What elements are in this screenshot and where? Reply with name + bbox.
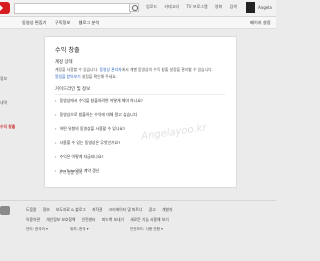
faq-item[interactable]: › 수익은 어떻게 지급되나요? <box>55 154 103 160</box>
footer: 도움말 정보 보도자료 & 블로그 저작권 크리에이터 및 파트너 광고 개발자… <box>0 200 276 261</box>
youtube-footer-logo <box>0 206 10 215</box>
top-link-movie[interactable]: 영화 <box>215 4 222 9</box>
footer-links-row2: 이용약관 개인정보 보호정책 안전센터 피드백 보내기 새로운 기능 사용해 보… <box>26 217 174 223</box>
top-link-category[interactable]: 카테고리 <box>164 4 179 9</box>
search-input[interactable] <box>14 3 131 14</box>
language-selector[interactable]: 언어: 한국어 ▾ <box>26 227 48 232</box>
top-bar: 업로드 카테고리 TV 프로그램 영화 검색 Angela <box>0 0 276 17</box>
play-icon <box>0 3 3 13</box>
account-status-line2: 알림을 받아보기 설정을 확인해 주세요. <box>55 74 117 79</box>
username[interactable]: Angela <box>258 5 272 10</box>
footer-link[interactable]: 이용약관 <box>26 217 40 222</box>
account-status-heading: 계정 상태 <box>55 60 73 65</box>
footer-link[interactable]: 새로운 기능 사용해 보기 <box>130 217 169 222</box>
chevron-right-icon: › <box>55 140 57 145</box>
tab-analytics[interactable]: 웹로그 분석 <box>79 20 100 25</box>
chevron-right-icon: › <box>55 126 57 131</box>
footer-link[interactable]: 개인정보 보호정책 <box>46 217 75 222</box>
youtube-logo[interactable] <box>0 2 10 14</box>
location-selector[interactable]: 위치: 한국 ▾ <box>70 227 89 232</box>
faq-item[interactable]: › 사용할 수 있는 동영상은 무엇인가요? <box>55 140 120 146</box>
footer-links-row1: 도움말 정보 보도자료 & 블로그 저작권 크리에이터 및 파트너 광고 개발자 <box>26 207 177 213</box>
sidebar-item-history[interactable]: 내역 <box>0 100 20 106</box>
faq-item[interactable]: › 동영상으로 창출하는 수익에 대해 알고 싶습니다 <box>55 112 137 118</box>
footer-link[interactable]: 개발자 <box>162 207 172 212</box>
stop-monetization-link[interactable]: 수익 창출 중지 <box>59 170 82 176</box>
tab-subscriptions[interactable]: 구독정보 <box>55 20 70 25</box>
divider <box>55 94 225 95</box>
top-links: 업로드 카테고리 TV 프로그램 영화 검색 <box>146 4 243 10</box>
chevron-right-icon: › <box>55 168 57 173</box>
chevron-right-icon: › <box>55 112 57 117</box>
avatar[interactable] <box>246 2 255 13</box>
faq-item[interactable]: › 어떤 유형의 동영상을 사용할 수 있나요? <box>55 126 125 132</box>
top-link-tv[interactable]: TV 프로그램 <box>186 4 207 9</box>
footer-link[interactable]: 크리에이터 및 파트너 <box>109 207 143 212</box>
tab-video-editor[interactable]: 동영상 편집기 <box>22 20 46 25</box>
footer-link[interactable]: 안전센터 <box>82 217 96 222</box>
faq-item[interactable]: › 동영상에서 수익을 창출하려면 어떻게 해야 하나요? <box>55 98 143 104</box>
sidebar-item-info[interactable]: 정보 <box>0 76 20 82</box>
footer-link[interactable]: 도움말 <box>26 207 36 212</box>
chevron-right-icon: › <box>55 98 57 103</box>
page-settings-link[interactable]: 페이지 설정 <box>250 20 271 26</box>
footer-link[interactable]: 저작권 <box>92 207 102 212</box>
watermark: Angelayoo.kr <box>140 122 208 143</box>
notifications-link[interactable]: 알림을 받아보기 <box>55 74 81 79</box>
footer-link[interactable]: 정보 <box>43 207 50 212</box>
page-title: 수익 창출 <box>55 47 80 54</box>
sidebar-item-monetization[interactable]: 수익 창출 <box>0 124 20 130</box>
footer-link[interactable]: 피드백 보내기 <box>102 217 124 222</box>
footer-link[interactable]: 보도자료 & 블로그 <box>56 207 86 212</box>
channel-nav: 동영상 편집기 구독정보 웹로그 분석 페이지 설정 <box>0 17 276 29</box>
guidelines-heading: 가이드라인 및 정보 <box>55 87 91 92</box>
video-manager-link[interactable]: 동영상 관리자 <box>99 67 121 72</box>
safety-mode-selector[interactable]: 안전모드: 사용 안함 ▾ <box>130 227 163 232</box>
footer-link[interactable]: 광고 <box>149 207 156 212</box>
top-link-search[interactable]: 검색 <box>229 4 236 9</box>
monetization-panel: 수익 창출 계정 상태 계정을 사용할 수 있습니다. 동영상 관리자에서 개별… <box>44 36 237 188</box>
search-icon <box>132 5 138 11</box>
top-link-upload[interactable]: 업로드 <box>146 4 157 9</box>
chevron-right-icon: › <box>55 154 57 159</box>
search-button[interactable] <box>129 3 139 12</box>
account-status-line1: 계정을 사용할 수 있습니다. 동영상 관리자에서 개별 동영상의 수익 창출 … <box>55 67 213 72</box>
